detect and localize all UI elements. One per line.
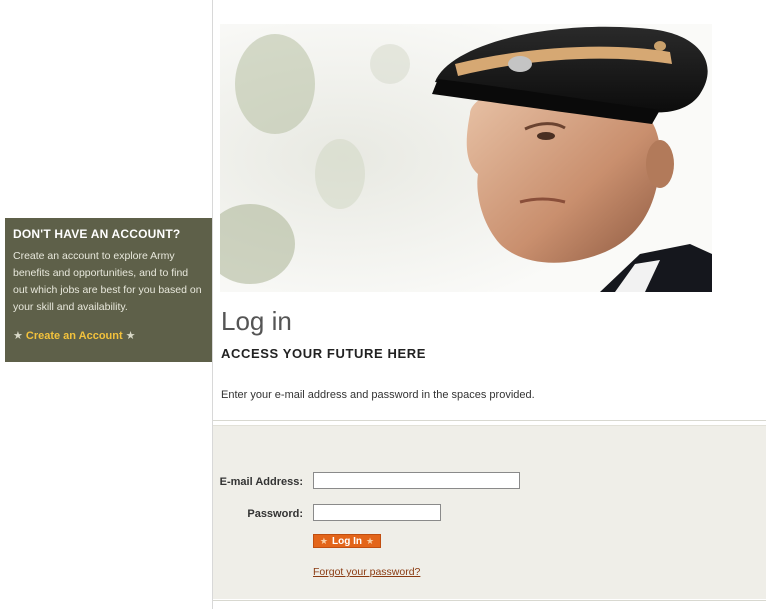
password-field[interactable] [313, 504, 441, 521]
password-label: Password: [247, 508, 303, 520]
log-in-button-label: Log In [332, 535, 362, 547]
divider [213, 600, 766, 601]
create-account-link-label: Create an Account [25, 329, 123, 342]
star-icon: ★ [125, 330, 136, 342]
email-field[interactable] [313, 472, 520, 489]
forgot-password-link[interactable]: Forgot your password? [313, 566, 420, 578]
hero-image [220, 24, 712, 292]
log-in-button[interactable]: ★ Log In ★ [313, 534, 381, 548]
login-form: E-mail Address: Password: ★ Log In ★ For… [213, 425, 766, 599]
create-account-promo: DON'T HAVE AN ACCOUNT? Create an account… [5, 218, 212, 362]
login-instructions: Enter your e-mail address and password i… [221, 389, 535, 401]
star-icon: ★ [13, 330, 23, 342]
create-account-link[interactable]: ★ Create an Account ★ [13, 329, 204, 343]
star-icon: ★ [319, 535, 328, 546]
email-label: E-mail Address: [219, 476, 303, 488]
page-subtitle: ACCESS YOUR FUTURE HERE [221, 346, 426, 361]
star-icon: ★ [366, 535, 375, 546]
page-title: Log in [221, 306, 292, 336]
divider [213, 420, 766, 421]
promo-text: Create an account to explore Army benefi… [13, 250, 202, 313]
promo-title: DON'T HAVE AN ACCOUNT? [13, 227, 181, 241]
